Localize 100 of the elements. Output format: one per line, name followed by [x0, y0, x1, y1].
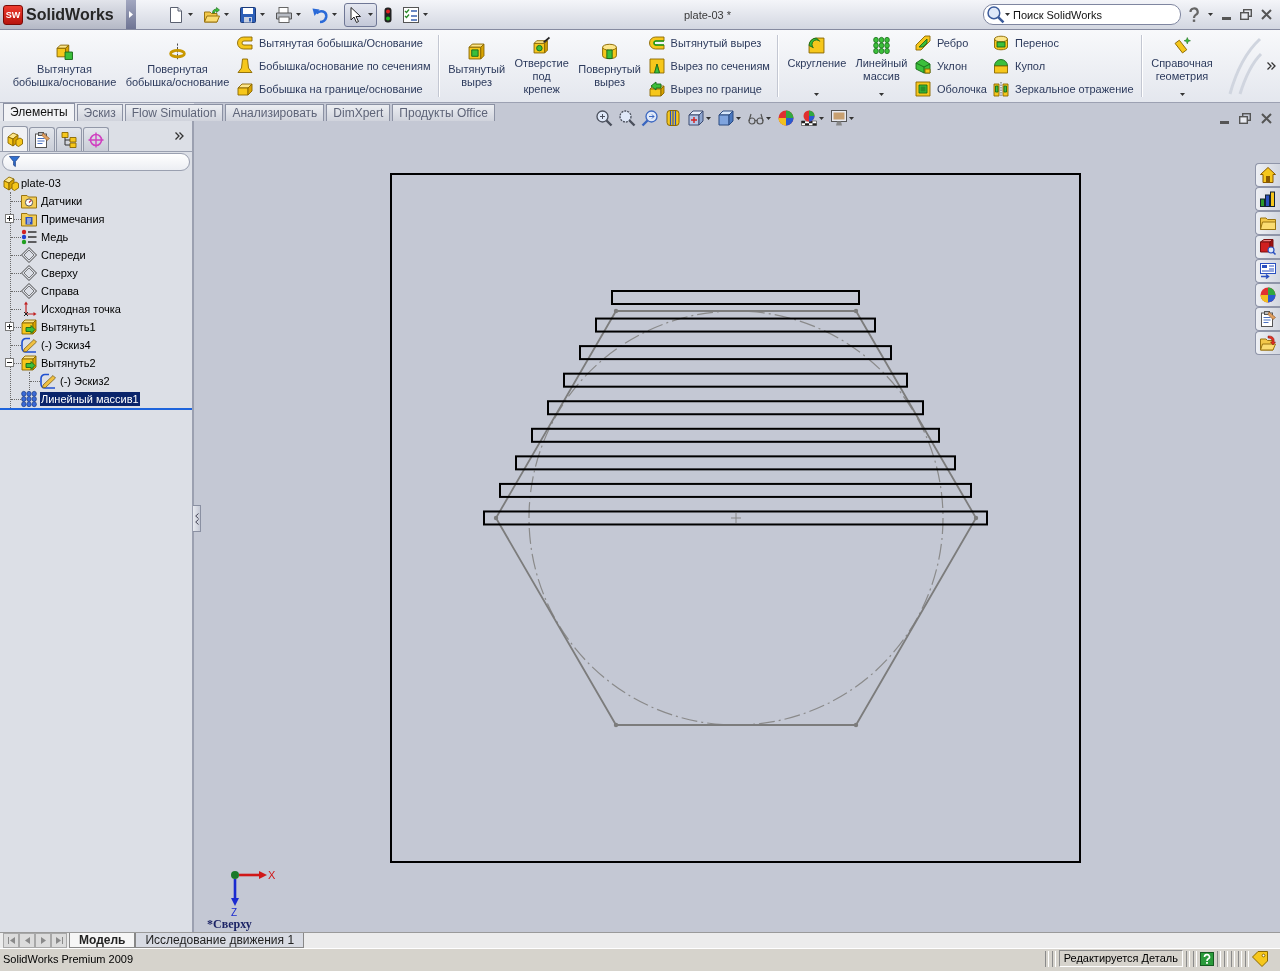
tree-item[interactable]: Линейный массив1 — [40, 392, 140, 406]
tab[interactable]: Элементы — [3, 103, 75, 121]
caret-icon[interactable] — [1005, 13, 1010, 16]
search-icon[interactable] — [987, 6, 1004, 23]
tree-item[interactable]: (-) Эскиз2 — [59, 374, 111, 388]
command-button[interactable]: Вытянутая бобышка/Основание — [236, 31, 432, 55]
nav-button[interactable] — [35, 933, 51, 948]
command-button[interactable]: Вырез по границе — [647, 77, 771, 101]
block-drill-icon — [533, 36, 551, 54]
tree-item[interactable]: Вытянуть2 — [40, 356, 97, 370]
tab[interactable]: DimXpert — [326, 104, 391, 121]
command-button[interactable]: Зеркальное отражение — [992, 77, 1135, 101]
tree-item[interactable]: Медь — [40, 230, 70, 244]
tree-item[interactable]: Спереди — [40, 248, 87, 262]
command-button[interactable]: Отверстие под крепеж — [509, 30, 574, 102]
caret-icon[interactable] — [706, 116, 711, 120]
wedge-icon — [914, 58, 931, 74]
bar-chart-icon — [1260, 191, 1276, 207]
cube-icon[interactable] — [688, 110, 704, 126]
tab[interactable]: Продукты Office — [392, 104, 496, 121]
command-button[interactable]: Вытянутый вырез — [443, 30, 510, 102]
tab[interactable]: Модель — [69, 933, 136, 948]
tree-item[interactable]: plate-03 — [20, 176, 62, 190]
task-pane-tab[interactable] — [1255, 187, 1280, 211]
tab[interactable]: Исследование движения 1 — [135, 933, 305, 948]
caret-icon[interactable] — [1208, 13, 1213, 16]
tree-item[interactable]: Справа — [40, 284, 80, 298]
command-button[interactable]: Купол — [992, 54, 1135, 78]
task-pane-tab[interactable] — [1255, 259, 1280, 283]
panel-tab[interactable] — [56, 127, 82, 151]
search-field[interactable]: Поиск SolidWorks — [983, 4, 1181, 25]
caret-icon[interactable] — [736, 116, 741, 120]
command-button[interactable]: Вытянутый вырез — [647, 31, 771, 55]
zoom-area-icon[interactable] — [619, 110, 635, 126]
caret-icon[interactable] — [819, 116, 824, 120]
toolbar-button[interactable] — [344, 2, 377, 27]
blank-page-icon — [168, 6, 184, 23]
command-button[interactable]: Линейный массив — [850, 30, 912, 102]
expand-toggle[interactable] — [5, 358, 14, 367]
restore-icon[interactable] — [1239, 113, 1251, 124]
view-name: *Сверху — [207, 917, 252, 931]
help-icon[interactable] — [1200, 951, 1214, 966]
tree-item[interactable]: (-) Эскиз4 — [40, 338, 92, 352]
command-button[interactable]: Уклон — [913, 54, 988, 78]
command-button[interactable]: Справочная геометрия — [1146, 30, 1218, 102]
command-button[interactable]: Повернутый вырез — [573, 30, 646, 102]
nav-button[interactable] — [3, 933, 19, 948]
task-pane-tab[interactable] — [1255, 307, 1280, 331]
tag-icon[interactable] — [1252, 950, 1268, 967]
restore-icon[interactable] — [1240, 9, 1252, 20]
double-chevron-icon[interactable] — [175, 132, 184, 140]
command-button[interactable]: Вырез по сечениям — [647, 54, 771, 78]
nav-button[interactable] — [19, 933, 35, 948]
shaded-cube-icon[interactable] — [718, 110, 734, 126]
close-icon[interactable] — [1261, 113, 1272, 124]
filter-field[interactable] — [2, 153, 190, 171]
dot-grid-icon — [21, 391, 37, 407]
menu-expand-button[interactable] — [126, 0, 136, 29]
nav-button[interactable] — [51, 933, 67, 948]
zoom-icon[interactable] — [596, 110, 612, 126]
tree-item[interactable]: Исходная точка — [40, 302, 122, 316]
help-icon[interactable] — [1189, 7, 1199, 22]
caret-icon[interactable] — [766, 116, 771, 120]
close-icon[interactable] — [1261, 9, 1272, 20]
crosshair-icon — [88, 131, 104, 148]
tree-item[interactable]: Примечания — [40, 212, 106, 226]
tree-item[interactable]: Датчики — [40, 194, 84, 208]
framed-square-icon — [468, 43, 486, 60]
tree-item[interactable]: Сверху — [40, 266, 79, 280]
sketch-point — [853, 308, 859, 314]
command-button[interactable]: Вытянутая бобышка/основание — [8, 30, 121, 102]
command-button[interactable]: Ребро — [913, 31, 988, 55]
ring-axis-icon — [169, 43, 186, 60]
sphere-checker-icon[interactable] — [801, 110, 817, 126]
tab[interactable]: Flow Simulation — [124, 104, 224, 121]
command-button[interactable]: Скругление — [782, 30, 851, 102]
collapse-handle[interactable] — [193, 505, 201, 532]
panel-tab[interactable] — [2, 126, 28, 151]
command-button[interactable]: Перенос — [992, 31, 1135, 55]
monitor-icon[interactable] — [831, 110, 847, 126]
panel-tab[interactable] — [29, 127, 55, 151]
command-button[interactable]: Бобышка/основание по сечениям — [236, 54, 432, 78]
panel-tab[interactable] — [83, 127, 109, 151]
dots-lines-icon — [21, 229, 37, 245]
tree-item[interactable]: Вытянуть1 — [40, 320, 97, 334]
command-button[interactable]: Бобышка на границе/основание — [236, 77, 432, 101]
tab[interactable]: Анализировать — [225, 104, 325, 121]
expand-toggle[interactable] — [5, 322, 14, 331]
sphere-icon[interactable] — [778, 110, 794, 126]
task-pane-tab[interactable] — [1255, 235, 1280, 259]
caret-icon[interactable] — [849, 116, 854, 120]
tray-icon — [237, 81, 253, 97]
double-chevron-icon[interactable] — [1267, 62, 1276, 70]
striped-cylinder-icon[interactable] — [665, 110, 681, 126]
center-mark — [730, 512, 742, 524]
pencil-arc-icon — [21, 337, 37, 353]
expand-toggle[interactable] — [5, 214, 14, 223]
command-button[interactable]: Повернутая бобышка/основание — [121, 30, 234, 102]
command-button[interactable]: Оболочка — [913, 77, 988, 101]
tab[interactable]: Эскиз — [76, 104, 123, 121]
